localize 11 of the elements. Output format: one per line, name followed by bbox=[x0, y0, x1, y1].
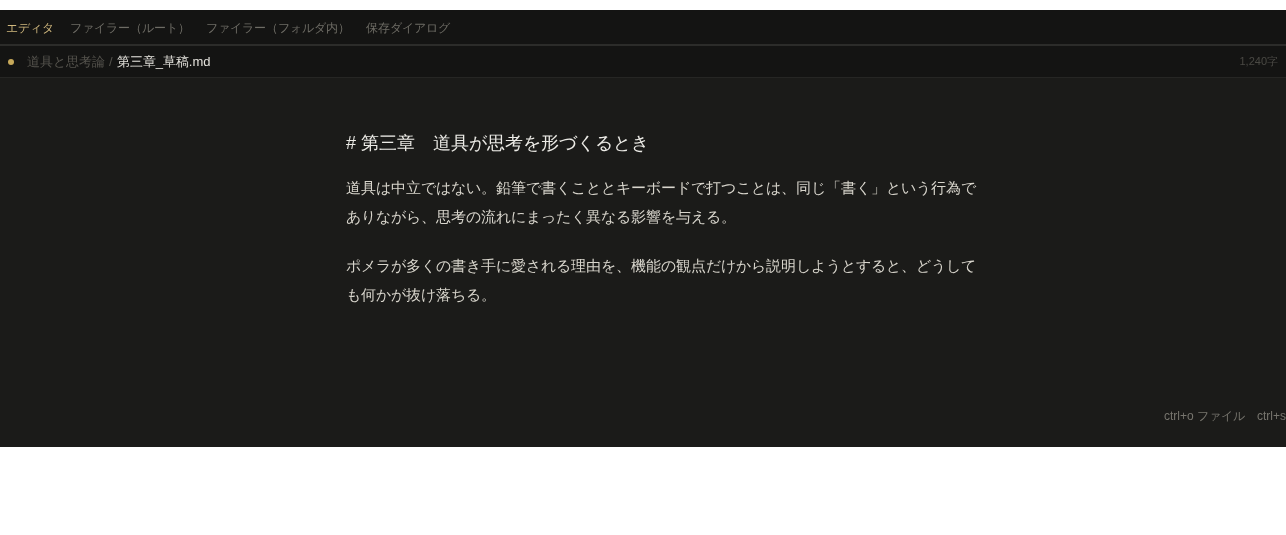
tab[interactable]: ファイラー（ルート） bbox=[64, 10, 196, 48]
document-heading: # 第三章 道具が思考を形づくるとき bbox=[346, 132, 650, 155]
paragraph: ポメラが多くの書き手に愛される理由を、機能の観点だけから説明しようとすると、どうしても何かが抜け落ちる。 bbox=[346, 256, 977, 305]
shortcut-hint: ctrl+s bbox=[1257, 408, 1286, 425]
file-name: 第三章_草稿.md bbox=[116, 52, 211, 71]
path-separator: / bbox=[109, 52, 113, 71]
shortcut-hint: ctrl+o ファイル bbox=[1163, 408, 1245, 425]
folder-name[interactable]: 道具と思考論 bbox=[27, 51, 105, 72]
tab[interactable]: ファイラー（フォルダ内） bbox=[200, 10, 356, 48]
paragraph: 道具は中立ではない。鉛筆で書くこととキーボードで打つことは、同じ「書く」という行為でありながら、思考の流れにまったく異なる影響を与える。 bbox=[346, 178, 977, 227]
tab[interactable]: 保存ダイアログ bbox=[360, 10, 456, 48]
